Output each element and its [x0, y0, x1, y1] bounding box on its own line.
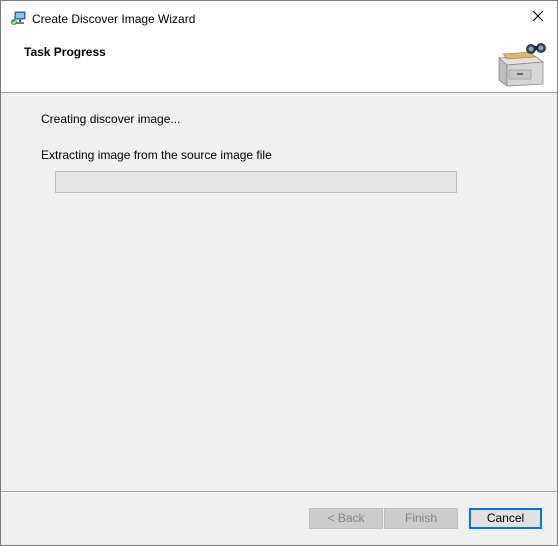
- wizard-window: Create Discover Image Wizard Task Progre…: [0, 0, 558, 546]
- progress-bar: [55, 171, 457, 193]
- file-cabinet-binoculars-icon: [495, 40, 549, 88]
- finish-button[interactable]: Finish: [384, 508, 458, 529]
- close-button[interactable]: [519, 1, 557, 34]
- wizard-header: Task Progress: [1, 34, 557, 93]
- wizard-app-icon: [10, 10, 28, 28]
- close-icon: [532, 10, 544, 25]
- status-text: Creating discover image...: [41, 112, 181, 126]
- page-title: Task Progress: [24, 45, 106, 59]
- cancel-button[interactable]: Cancel: [469, 508, 542, 529]
- footer-divider: [1, 491, 557, 493]
- step-description: Extracting image from the source image f…: [41, 148, 272, 162]
- title-bar[interactable]: Create Discover Image Wizard: [1, 1, 557, 34]
- window-title: Create Discover Image Wizard: [32, 12, 196, 26]
- back-button[interactable]: < Back: [309, 508, 383, 529]
- wizard-content: Creating discover image... Extracting im…: [1, 93, 557, 491]
